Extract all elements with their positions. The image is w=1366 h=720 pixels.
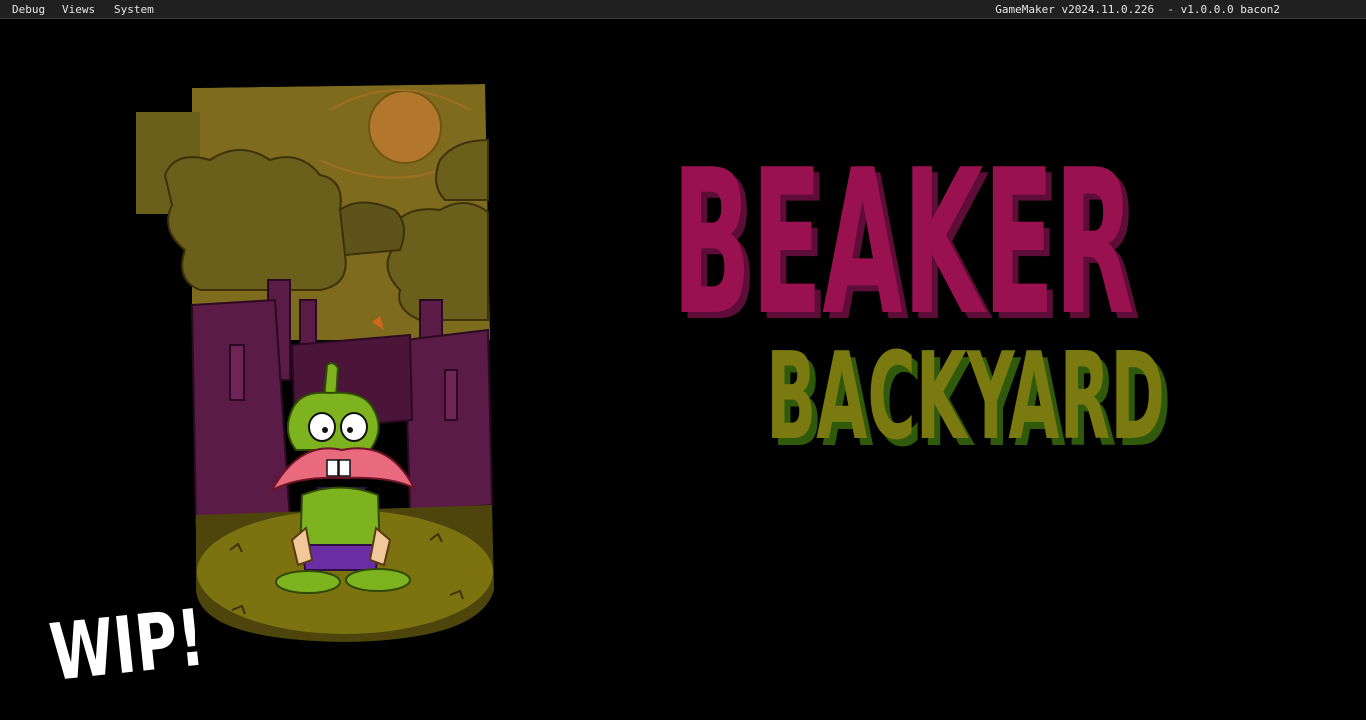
title-beaker: BEAKER [672, 126, 1134, 359]
menu-debug[interactable]: Debug [8, 0, 49, 19]
title-backyard: BACKYARD [766, 326, 1165, 466]
menu-system[interactable]: System [110, 0, 158, 19]
version-label: GameMaker v2024.11.0.226 - v1.0.0.0 baco… [995, 3, 1280, 16]
debug-menubar: Debug Views System GameMaker v2024.11.0.… [0, 0, 1366, 19]
game-canvas[interactable]: WIP! BEAKER BEAKER BACKYARD BACKYARD [0, 20, 1366, 720]
wip-badge: WIP! [46, 593, 209, 700]
sun-icon [368, 90, 442, 164]
menu-views[interactable]: Views [58, 0, 99, 19]
wip-text: WIP! [46, 593, 209, 700]
title-logo: BEAKER BEAKER BACKYARD BACKYARD [672, 126, 1171, 473]
